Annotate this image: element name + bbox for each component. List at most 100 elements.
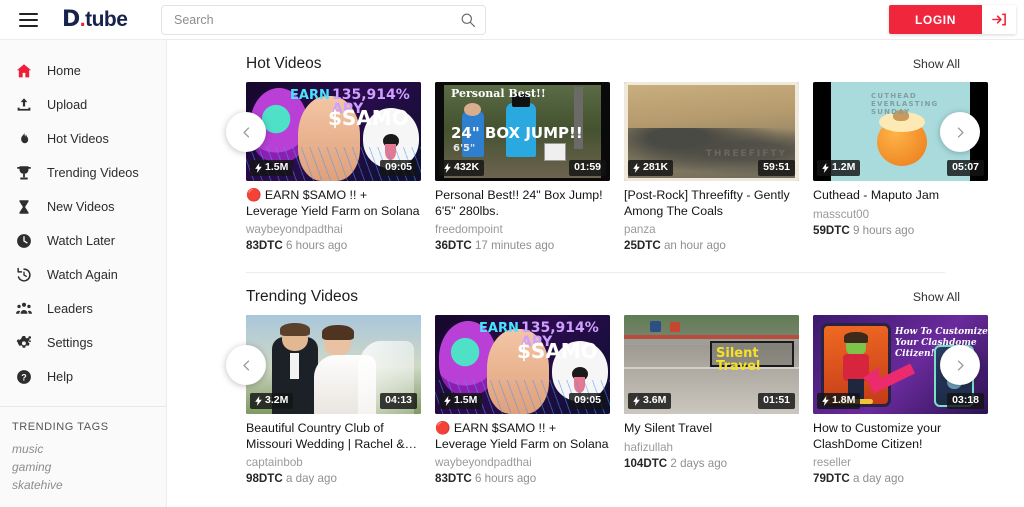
video-author[interactable]: captainbob [246,456,421,469]
trending-tag[interactable]: skatehive [0,476,166,494]
view-count-badge: 3.2M [250,393,294,409]
lightning-bolt-icon [255,396,262,407]
gear-icon [16,335,31,348]
video-dtc-value: 79DTC [813,472,850,485]
video-title[interactable]: Personal Best!! 24" Box Jump! 6'5" 280lb… [435,188,610,219]
home-icon [14,62,33,81]
view-count: 1.2M [832,161,856,174]
duration-badge: 01:51 [758,393,795,409]
video-author[interactable]: masscut00 [813,208,988,221]
video-author[interactable]: freedompoint [435,223,610,236]
sidebar-item-label: New Videos [47,200,115,214]
video-thumbnail[interactable]: Personal Best!! 24" BOX JUMP!! 6'5" 432K… [435,82,610,181]
video-author[interactable]: panza [624,223,799,236]
video-dtc-value: 25DTC [624,239,661,252]
video-title[interactable]: Beautiful Country Club of Missouri Weddi… [246,421,421,452]
video-title[interactable]: Cuthead - Maputo Jam [813,188,988,204]
video-thumbnail[interactable]: THREEFIFTY 281K 59:51 [624,82,799,181]
video-card[interactable]: EARN 135,914% APY $SAMO 1.5M 09:05 🔴 EAR… [435,315,610,485]
video-thumbnail[interactable]: Silent Travel 3.6M 01:51 [624,315,799,414]
login-button[interactable]: LOGIN [889,5,982,34]
video-card[interactable]: EARN 135,914% APY $SAMO 1.5M 09:05 🔴 EAR… [246,82,421,252]
video-thumbnail[interactable]: 3.2M 04:13 [246,315,421,414]
section-title: Trending Videos [246,288,359,305]
hamburger-menu-icon[interactable] [8,12,48,27]
sidebar-item-label: Help [47,370,74,384]
carousel-next-button[interactable] [940,112,980,152]
video-title[interactable]: 🔴 EARN $SAMO !! + Leverage Yield Farm on… [246,188,421,219]
trending-tags-list: music gaming skatehive [0,440,166,494]
carousel-next-button[interactable] [940,345,980,385]
video-thumbnail[interactable]: EARN 135,914% APY $SAMO 1.5M 09:05 [435,315,610,414]
sidebar-item-trending videos[interactable]: Trending Videos [0,156,166,190]
video-thumbnail[interactable]: EARN 135,914% APY $SAMO 1.5M 09:05 [246,82,421,181]
video-dtc-value: 36DTC [435,239,472,252]
show-all-link[interactable]: Show All [913,290,960,304]
duration-badge: 09:05 [380,160,417,176]
chevron-left-icon [242,359,249,371]
view-count: 3.2M [265,394,289,407]
help-icon: ? [16,370,31,384]
video-card[interactable]: CUTHEAD EVERLASTING SUNDAY 1.2M 05:07 Cuth… [813,82,988,252]
video-dtc-value: 104DTC [624,456,668,470]
sidebar-item-hot videos[interactable]: Hot Videos [0,122,166,156]
flame-icon [14,130,33,149]
help-icon: ? [14,368,33,387]
lightning-bolt-icon [255,163,262,174]
view-count: 432K [454,161,480,174]
sidebar-item-upload[interactable]: Upload [0,88,166,122]
video-card[interactable]: How To Customize Your Clashdome Citizen! 1… [813,315,988,485]
video-section: Trending Videos Show All 3.2M 04:13 Beau… [167,273,1024,485]
carousel-prev-button[interactable] [226,345,266,385]
lightning-bolt-icon [444,163,451,174]
video-carousel: 3.2M 04:13 Beautiful Country Club of Mis… [226,315,988,485]
trending-tag[interactable]: music [0,440,166,458]
clock-icon [14,232,33,251]
upload-icon [17,98,30,111]
chevron-right-icon [957,126,964,138]
sign-in-button[interactable] [982,5,1016,34]
video-title[interactable]: 🔴 EARN $SAMO !! + Leverage Yield Farm on… [435,421,610,452]
video-title[interactable]: [Post-Rock] Threefifty - Gently Among Th… [624,188,799,219]
video-card[interactable]: THREEFIFTY 281K 59:51 [Post-Rock] Threef… [624,82,799,252]
video-meta: 104DTC 2 days ago [624,457,799,470]
video-author[interactable]: hafizullah [624,441,799,454]
video-age: 17 minutes ago [474,239,555,252]
video-title[interactable]: How to Customize your ClashDome Citizen!… [813,421,988,452]
duration-badge: 01:59 [569,160,606,176]
sidebar-item-label: Watch Later [47,234,115,248]
search-input[interactable] [161,5,486,35]
view-count-badge: 1.2M [817,160,861,176]
view-count: 1.5M [454,394,478,407]
show-all-link[interactable]: Show All [913,57,960,71]
sidebar-item-watch later[interactable]: Watch Later [0,224,166,258]
carousel-prev-button[interactable] [226,112,266,152]
sidebar-item-leaders[interactable]: Leaders [0,292,166,326]
sidebar-item-label: Leaders [47,302,93,316]
video-author[interactable]: waybeyondpadthai [246,223,421,236]
trending-tag[interactable]: gaming [0,458,166,476]
sidebar-item-new videos[interactable]: New Videos [0,190,166,224]
people-icon [15,302,32,314]
video-meta: 79DTC a day ago [813,472,988,485]
video-card[interactable]: Personal Best!! 24" BOX JUMP!! 6'5" 432K… [435,82,610,252]
sidebar-item-label: Settings [47,336,93,350]
video-card[interactable]: Silent Travel 3.6M 01:51 My Silent Trave… [624,315,799,485]
video-author[interactable]: reseller [813,456,988,469]
top-bar: D.tube LOGIN [0,0,1024,40]
video-author[interactable]: waybeyondpadthai [435,456,610,469]
sidebar-item-settings[interactable]: Settings [0,326,166,360]
duration-badge: 09:05 [569,393,606,409]
sidebar-item-watch again[interactable]: Watch Again [0,258,166,292]
video-title[interactable]: My Silent Travel [624,421,799,437]
video-age: 6 hours ago [474,472,537,485]
sidebar-item-label: Watch Again [47,268,118,282]
sidebar-item-home[interactable]: Home [0,54,166,88]
video-card[interactable]: 3.2M 04:13 Beautiful Country Club of Mis… [246,315,421,485]
sections-container: Hot Videos Show All EARN 135,914% APY $S… [167,40,1024,485]
dtube-logo[interactable]: D. tube [62,7,128,32]
sidebar-item-help[interactable]: ? Help [0,360,166,394]
view-count: 1.8M [832,394,856,407]
home-icon [16,64,31,78]
hourglass-icon [19,200,28,214]
